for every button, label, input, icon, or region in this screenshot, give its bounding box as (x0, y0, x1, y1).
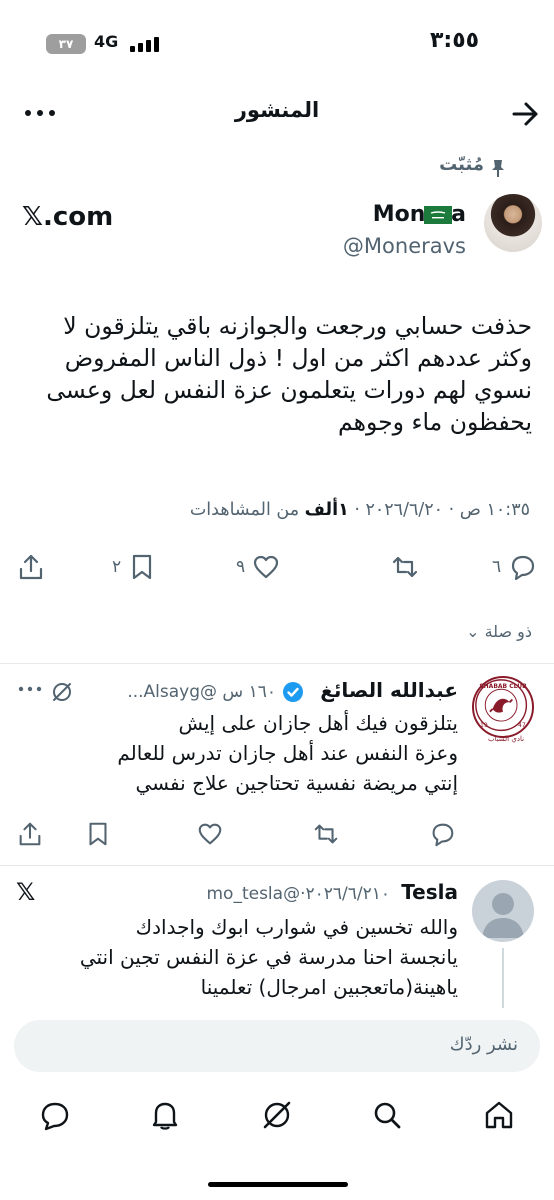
comment-icon (512, 555, 535, 581)
share-icon (19, 554, 43, 580)
comment-icon[interactable] (428, 820, 456, 848)
views-count: ١ألف (304, 500, 349, 520)
related-label: ذو صلة (484, 622, 532, 641)
reply-count: ٦ (492, 557, 502, 577)
repost-icon[interactable] (312, 820, 340, 848)
post-meta: ١٠:٣٥ ص · ٢٠٢٦/٦/٢٠ · ١ألف من المشاهدات (190, 500, 530, 520)
signal-icon (130, 36, 160, 52)
divider (0, 663, 554, 664)
arrow-right-icon[interactable] (510, 100, 540, 128)
more-icon[interactable] (16, 678, 44, 700)
reply-button[interactable]: ٦ (492, 550, 537, 584)
bell-icon[interactable] (148, 1098, 182, 1132)
avatar[interactable] (472, 880, 534, 942)
post-text-line: نسوي لهم دورات يتعلمون عزة النفس لعل وعس… (46, 376, 532, 404)
author-handle[interactable]: @Moneravs (343, 234, 466, 258)
bookmark-icon (133, 554, 152, 580)
reply-author-name[interactable]: Tesla (401, 880, 458, 904)
views-label: من المشاهدات (189, 500, 300, 520)
battery-icon: ٣٧ (46, 34, 86, 54)
search-icon[interactable] (370, 1098, 404, 1132)
bookmark-icon[interactable] (84, 820, 112, 848)
divider (0, 865, 554, 866)
like-count: ٩ (236, 557, 246, 577)
reply-text-line: والله تخسين في شوارب ابوك واجدادك (135, 915, 458, 939)
post-text: حذفت حسابي ورجعت والجوازنه باقي يتلزقون … (12, 310, 532, 438)
saudi-flag-icon (424, 206, 452, 224)
repost-icon (392, 556, 418, 578)
post-text-line: يحفظون ماء وجوهم (337, 408, 532, 436)
post-timestamp: ١٠:٣٥ ص · ٢٠٢٦/٦/٢٠ · (354, 500, 530, 520)
reply-handle-time[interactable]: ٢٠٢٦/٦/٢١٠·@mo_tesla (206, 884, 390, 904)
reply-text: والله تخسين في شوارب ابوك واجدادك يانجسة… (18, 912, 458, 1002)
reply-text-line: وعزة النفس عند أهل جازان تدرس للعالم (117, 741, 458, 765)
network-type: 4G (94, 32, 119, 51)
share-icon[interactable] (16, 820, 44, 848)
reply-author-name[interactable]: عبدالله الصائغ (320, 678, 458, 702)
x-logo-icon: 𝕏 (16, 878, 36, 906)
club-logo-text: SHABAB CLUB (479, 683, 527, 690)
bookmark-button[interactable]: ٢ (112, 550, 157, 584)
reply-text-line: ياهينة(ماتعجبين امرجال) تعلمينا (200, 975, 458, 999)
reply-text-line: إنتي مريضة نفسية تحتاجين علاج نفسي (135, 771, 458, 795)
home-icon[interactable] (482, 1098, 516, 1132)
reply-placeholder: نشر ردّك (449, 1034, 518, 1055)
repost-button[interactable] (384, 550, 420, 584)
verified-icon (282, 681, 304, 703)
bookmark-count: ٢ (112, 557, 122, 577)
chevron-down-icon: ⌄ (466, 622, 480, 641)
post-text-line: وكثر عددهم اكثر من اول ! ذول الناس المفر… (64, 344, 532, 372)
heart-icon (254, 555, 279, 579)
club-logo-text: نادي الشباب (487, 735, 525, 743)
club-logo-year: 47 (518, 722, 526, 729)
related-dropdown[interactable]: ذو صلة ⌄ (466, 622, 532, 641)
pin-icon (488, 158, 508, 178)
share-button[interactable] (16, 550, 46, 584)
page-title: المنشور (234, 98, 320, 122)
reply-text-line: يتلزقون فيك أهل جازان على إيش (178, 711, 458, 735)
thread-line (502, 948, 504, 1008)
reply-handle-time[interactable]: ١٦٠ س @Alsayg... (127, 682, 276, 702)
messages-icon[interactable] (38, 1098, 72, 1132)
post-text-line: حذفت حسابي ورجعت والجوازنه باقي يتلزقون … (63, 312, 532, 340)
author-name[interactable]: Monera (373, 202, 466, 227)
home-indicator (208, 1182, 348, 1187)
reply-text: يتلزقون فيك أهل جازان على إيش وعزة النفس… (38, 708, 458, 798)
avatar[interactable] (484, 194, 542, 252)
like-button[interactable]: ٩ (236, 550, 281, 584)
grok-icon[interactable] (50, 681, 74, 703)
reply-text-line: يانجسة احنا مدرسة في عزة النفس تجين انتي (79, 945, 458, 969)
pinned-label: مُثبّت (439, 154, 484, 175)
status-time: ٣:٥٥ (430, 28, 480, 53)
grok-icon[interactable] (260, 1098, 294, 1132)
more-icon[interactable] (22, 100, 58, 126)
source-label: 𝕏.com (22, 202, 114, 232)
heart-icon[interactable] (196, 820, 224, 848)
club-logo-year: 19 (480, 722, 488, 729)
